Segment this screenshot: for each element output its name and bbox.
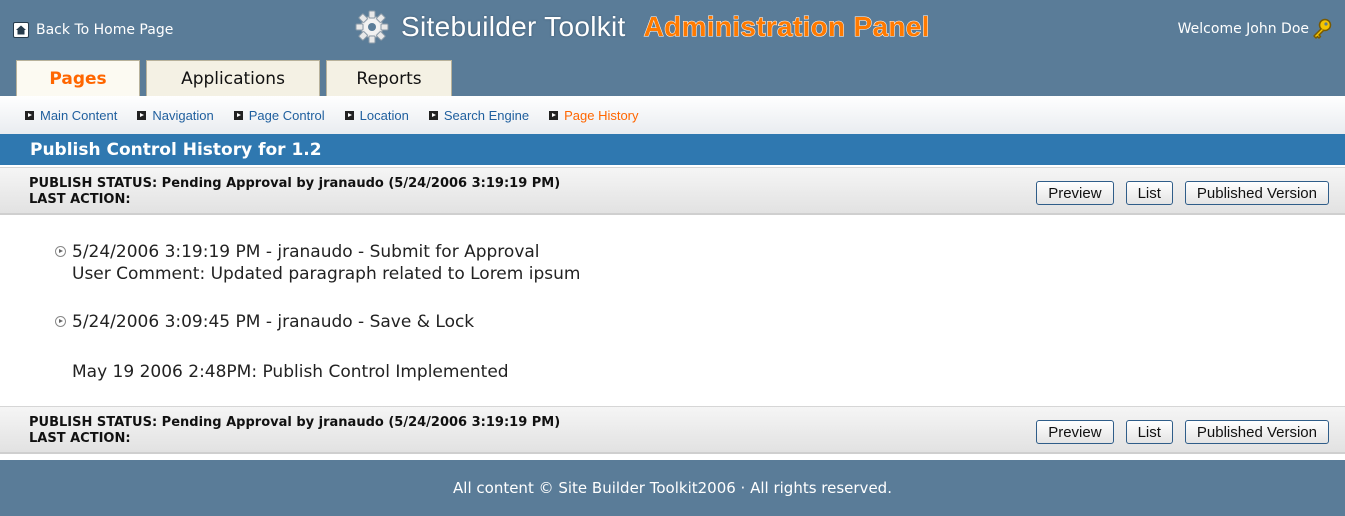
- page-title: Publish Control History for 1.2: [0, 134, 1345, 165]
- back-to-home-link[interactable]: Back To Home Page: [13, 22, 173, 38]
- published-version-button[interactable]: Published Version: [1184, 181, 1329, 205]
- bullet-icon: [25, 110, 34, 120]
- subnav-label: Search Engine: [443, 107, 530, 123]
- tab-reports[interactable]: Reports: [326, 60, 452, 96]
- brand-title: Sitebuilder Toolkit: [401, 11, 626, 42]
- history-entry-line: 5/24/2006 3:19:19 PM - jranaudo - Submit…: [72, 242, 540, 262]
- bullet-icon: [233, 110, 243, 120]
- subnav-label: Page Control: [248, 107, 325, 123]
- list-button[interactable]: List: [1125, 420, 1173, 444]
- subnav-main-content[interactable]: Main Content: [25, 108, 117, 123]
- brand-subtitle: Administration Panel: [643, 11, 930, 43]
- published-version-button[interactable]: Published Version: [1184, 420, 1329, 444]
- status-text: PUBLISH STATUS: Pending Approval by jran…: [29, 415, 560, 447]
- publish-status: PUBLISH STATUS: Pending Approval by jran…: [29, 415, 561, 430]
- subnav-label: Location: [359, 107, 409, 123]
- bullet-icon: [549, 110, 559, 120]
- publish-status-bar-bottom: PUBLISH STATUS: Pending Approval by jran…: [0, 406, 1345, 454]
- expand-icon[interactable]: [55, 246, 66, 257]
- tab-pages[interactable]: Pages: [16, 60, 140, 97]
- subnav-navigation[interactable]: Navigation: [137, 107, 214, 123]
- preview-button[interactable]: Preview: [1036, 420, 1114, 444]
- status-actions: Preview List Published Version: [1024, 420, 1329, 444]
- subnav-label: Page History: [564, 107, 639, 123]
- history-entry: 5/24/2006 3:19:19 PM - jranaudo - Submit…: [55, 241, 580, 285]
- publish-status-bar-top: PUBLISH STATUS: Pending Approval by jran…: [0, 167, 1345, 215]
- sub-navigation: Main Content Navigation Page Control Loc…: [0, 96, 1345, 134]
- history-entry: 5/24/2006 3:09:45 PM - jranaudo - Save &…: [55, 311, 580, 333]
- back-to-home-label: Back To Home Page: [36, 22, 174, 38]
- implemented-note: May 19 2006 2:48PM: Publish Control Impl…: [72, 362, 509, 382]
- home-icon: [13, 22, 29, 38]
- history-entry-comment: User Comment: Updated paragraph related …: [72, 264, 581, 284]
- status-text: PUBLISH STATUS: Pending Approval by jran…: [29, 176, 560, 208]
- welcome-text: Welcome John Doe: [1177, 21, 1309, 37]
- gear-icon: [355, 10, 389, 44]
- main-tabs: Pages Applications Reports: [16, 60, 458, 97]
- last-action: LAST ACTION:: [29, 192, 131, 207]
- status-actions: Preview List Published Version: [1024, 181, 1329, 205]
- subnav-page-history[interactable]: Page History: [549, 107, 639, 123]
- history-list: 5/24/2006 3:19:19 PM - jranaudo - Submit…: [55, 241, 580, 333]
- publish-status: PUBLISH STATUS: Pending Approval by jran…: [29, 176, 561, 191]
- bullet-icon: [137, 110, 147, 120]
- welcome-area: Welcome John Doe: [1178, 18, 1333, 40]
- bullet-icon: [344, 110, 354, 120]
- list-button[interactable]: List: [1125, 181, 1173, 205]
- header: Back To Home Page Sitebuilder Toolkit Ad…: [0, 0, 1345, 97]
- bullet-icon: [428, 110, 438, 120]
- subnav-label: Navigation: [152, 107, 214, 123]
- footer: All content © Site Builder Toolkit2006 ·…: [0, 460, 1345, 516]
- brand: Sitebuilder Toolkit Administration Panel: [355, 10, 930, 44]
- expand-icon[interactable]: [55, 316, 66, 327]
- history-entry-line: 5/24/2006 3:09:45 PM - jranaudo - Save &…: [72, 312, 475, 332]
- subnav-location[interactable]: Location: [344, 107, 409, 123]
- preview-button[interactable]: Preview: [1036, 181, 1114, 205]
- subnav-page-control[interactable]: Page Control: [233, 107, 325, 123]
- subnav-search-engine[interactable]: Search Engine: [428, 107, 530, 123]
- key-icon[interactable]: [1311, 18, 1333, 40]
- last-action: LAST ACTION:: [29, 431, 131, 446]
- tab-applications[interactable]: Applications: [146, 60, 320, 96]
- subnav-label: Main Content: [40, 107, 118, 123]
